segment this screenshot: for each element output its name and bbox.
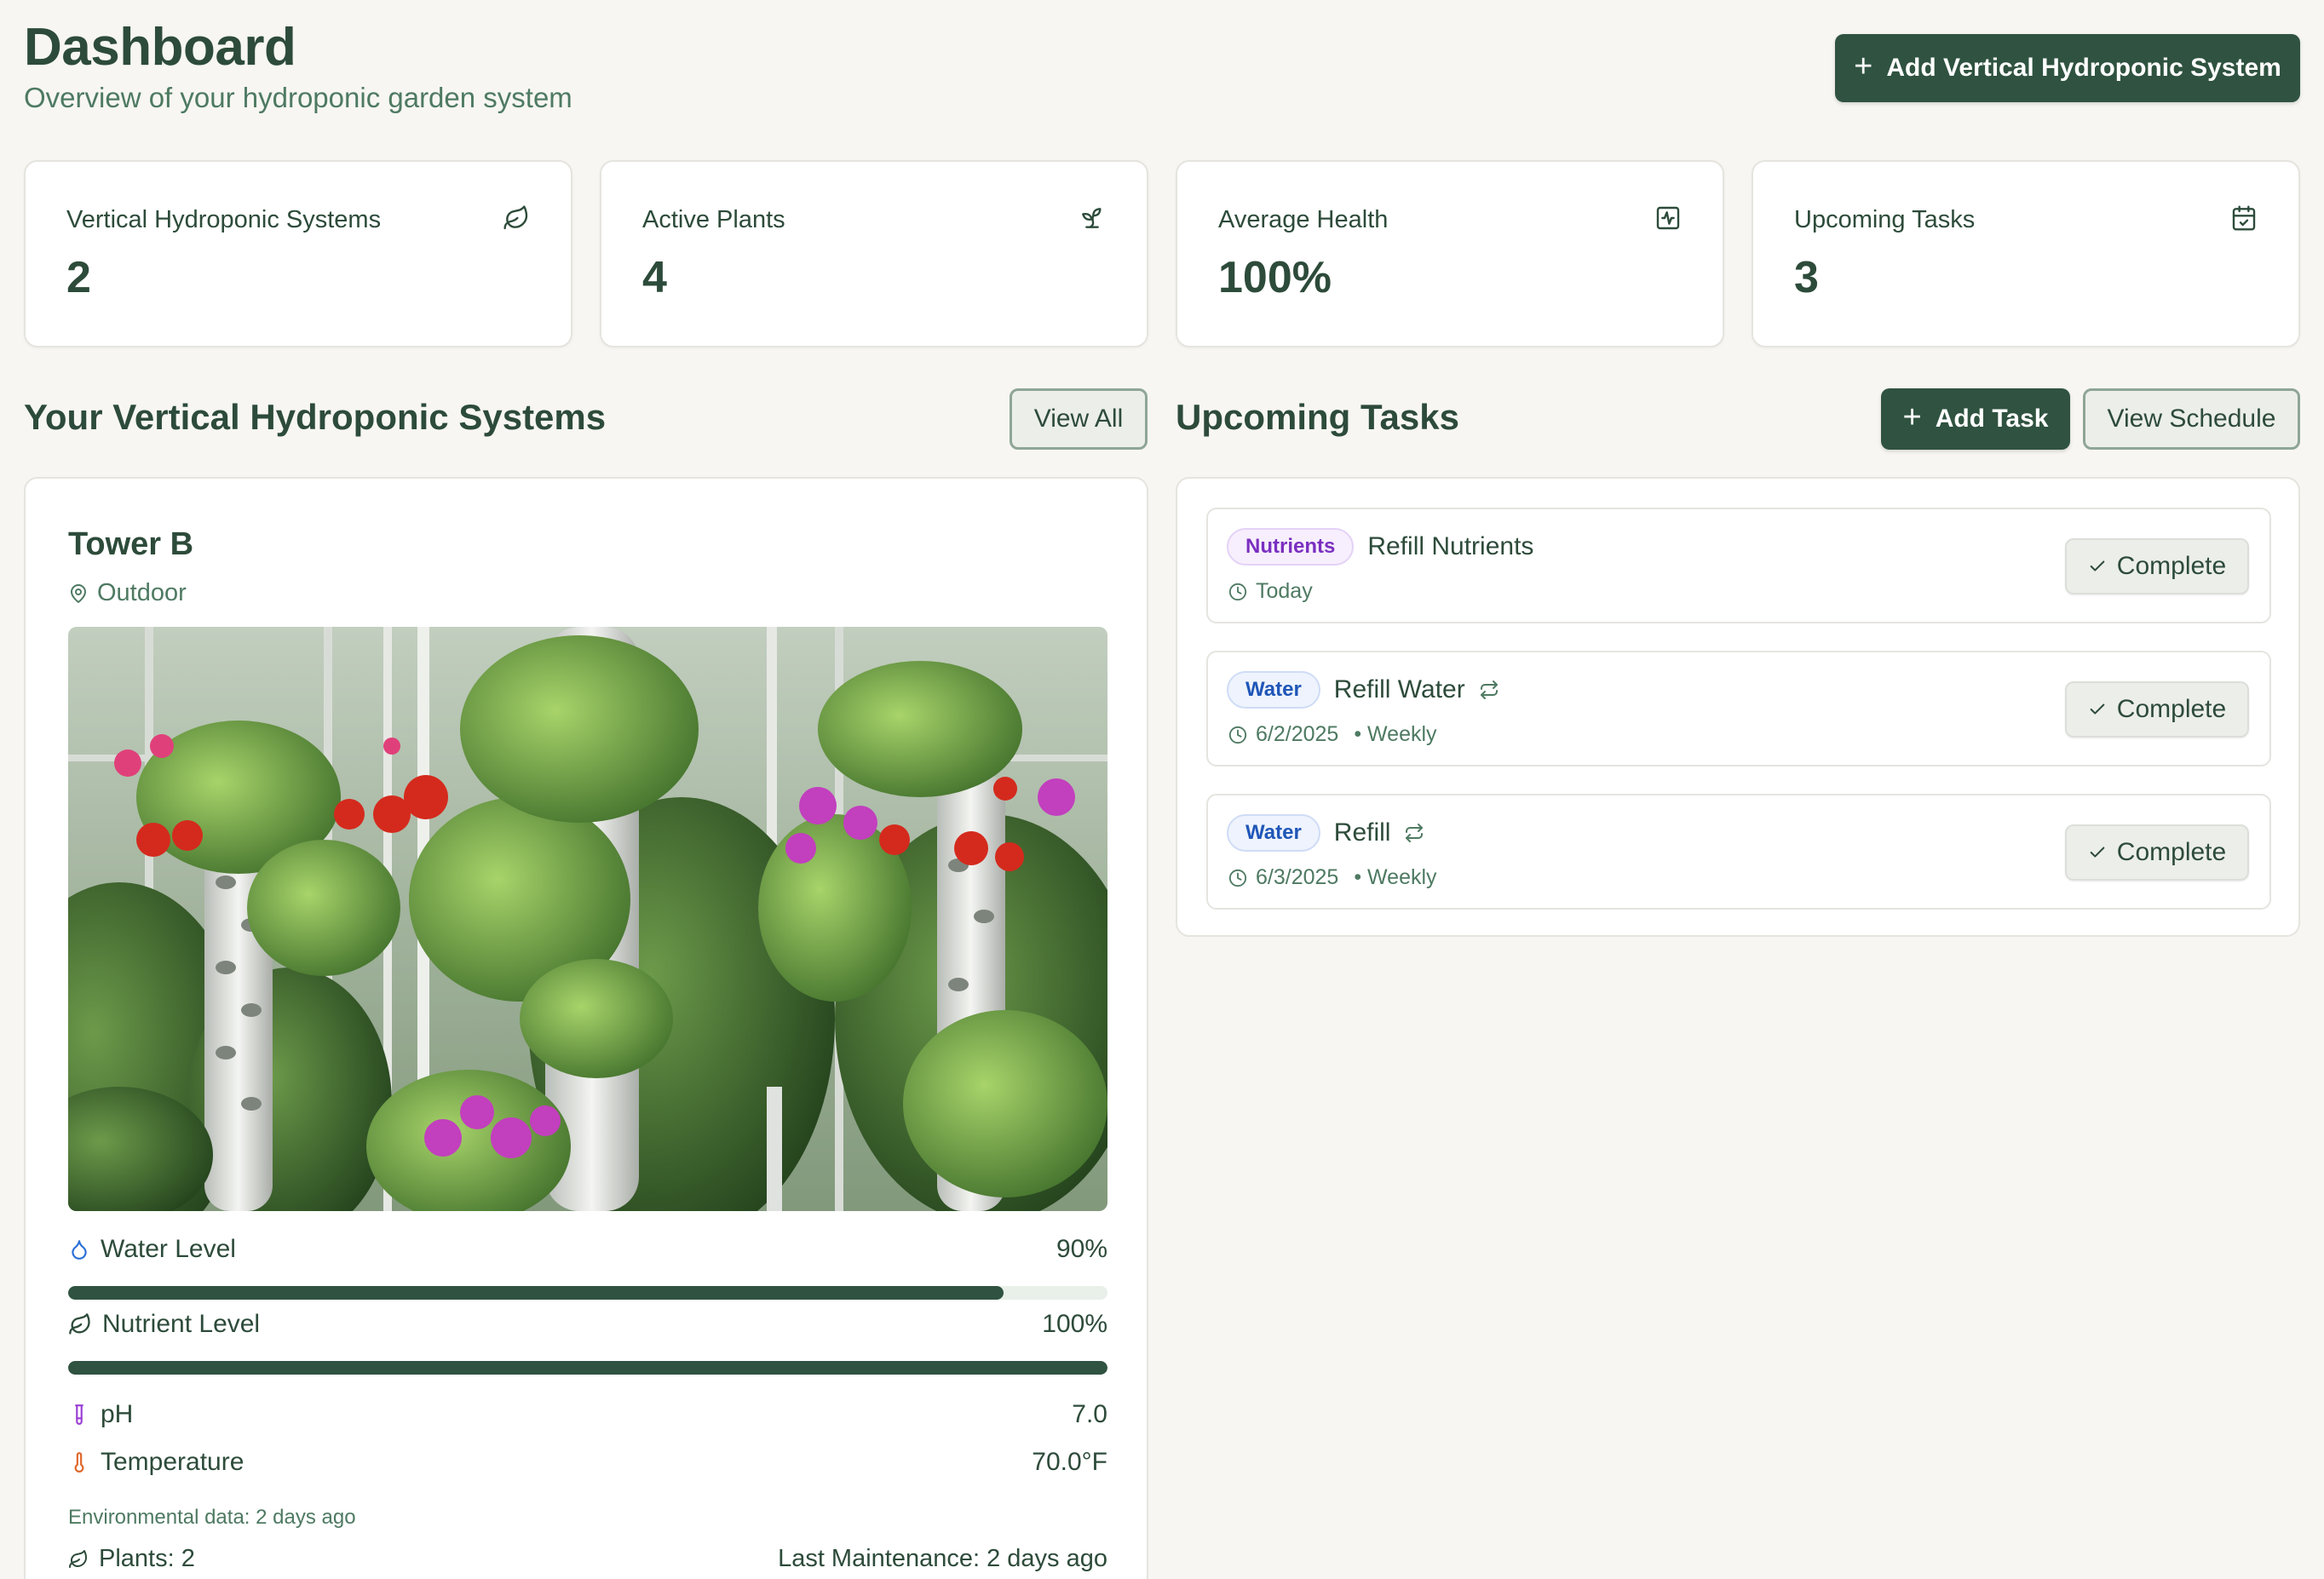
task-recurrence: • Weekly: [1354, 722, 1437, 746]
ph-row: pH 7.0: [68, 1400, 1107, 1429]
ph-label: pH: [101, 1400, 134, 1428]
nutrient-level-fill: [68, 1361, 1107, 1375]
stat-label: Average Health: [1218, 206, 1389, 233]
system-location: Outdoor: [68, 579, 187, 607]
complete-button[interactable]: Complete: [2065, 681, 2249, 738]
temperature-row: Temperature 70.0°F: [68, 1448, 1107, 1477]
add-system-label: Add Vertical Hydroponic System: [1886, 54, 2281, 82]
leaf-icon: [68, 1549, 89, 1570]
stat-label: Vertical Hydroponic Systems: [66, 206, 382, 233]
stat-label: Active Plants: [642, 206, 785, 233]
task-recurrence: • Weekly: [1354, 865, 1437, 889]
systems-section-title: Your Vertical Hydroponic Systems: [24, 397, 607, 437]
leaf-icon: [68, 1312, 92, 1336]
page-subtitle: Overview of your hydroponic garden syste…: [24, 82, 572, 113]
complete-label: Complete: [2116, 695, 2227, 723]
nutrient-level-row: Nutrient Level 100%: [68, 1310, 1107, 1339]
stat-value: 3: [1794, 253, 1819, 302]
last-maintenance: Last Maintenance: 2 days ago: [778, 1545, 1107, 1572]
water-level-bar: [68, 1286, 1107, 1300]
tasks-panel: Nutrients Refill Nutrients Today Complet…: [1176, 477, 2300, 937]
sprout-icon: [1079, 204, 1106, 232]
clock-icon: [1228, 583, 1247, 601]
water-level-value: 90%: [1056, 1235, 1107, 1263]
task-date: 6/3/2025: [1256, 865, 1339, 889]
view-schedule-button[interactable]: View Schedule: [2083, 388, 2300, 450]
stat-label: Upcoming Tasks: [1794, 206, 1976, 233]
clock-icon: [1228, 869, 1247, 887]
complete-label: Complete: [2116, 838, 2227, 866]
location-label: Outdoor: [97, 579, 187, 606]
complete-label: Complete: [2116, 552, 2227, 580]
task-item: Nutrients Refill Nutrients Today Complet…: [1206, 508, 2271, 623]
environmental-data-note: Environmental data: 2 days ago: [68, 1506, 356, 1529]
system-footer: Plants: 2 Last Maintenance: 2 days ago: [68, 1545, 1107, 1573]
stat-card-systems: Vertical Hydroponic Systems 2: [24, 160, 572, 347]
ph-value: 7.0: [1072, 1400, 1107, 1428]
stat-value: 2: [66, 253, 91, 302]
water-level-label: Water Level: [101, 1235, 236, 1263]
nutrient-level-value: 100%: [1042, 1310, 1107, 1338]
task-item: Water Refill Water 6/2/2025 • Weekly Com…: [1206, 651, 2271, 767]
task-category-badge: Water: [1227, 671, 1320, 709]
tasks-section-title: Upcoming Tasks: [1176, 397, 1459, 437]
system-card[interactable]: Tower B Outdoor Water Level 90% Nutrient…: [24, 477, 1148, 1579]
check-icon: [2088, 700, 2107, 719]
add-task-button[interactable]: + Add Task: [1881, 388, 2070, 450]
add-system-button[interactable]: + Add Vertical Hydroponic System: [1835, 34, 2300, 102]
repeat-icon: [1404, 823, 1424, 843]
plants-count: Plants: 2: [99, 1545, 195, 1572]
check-icon: [2088, 843, 2107, 862]
task-item: Water Refill 6/3/2025 • Weekly Complete: [1206, 794, 2271, 910]
view-all-button[interactable]: View All: [1010, 388, 1148, 450]
map-pin-icon: [68, 583, 89, 604]
complete-button[interactable]: Complete: [2065, 824, 2249, 881]
task-category-badge: Nutrients: [1227, 528, 1355, 566]
plus-icon: +: [1902, 399, 1922, 435]
thermometer-icon: [68, 1450, 90, 1475]
temperature-label: Temperature: [101, 1448, 244, 1476]
dashboard-page: Dashboard Overview of your hydroponic ga…: [0, 0, 2324, 1579]
water-level-fill: [68, 1286, 1004, 1300]
complete-button[interactable]: Complete: [2065, 538, 2249, 594]
stat-value: 100%: [1218, 253, 1332, 302]
stat-card-tasks: Upcoming Tasks 3: [1752, 160, 2300, 347]
temperature-value: 70.0°F: [1032, 1448, 1107, 1476]
stat-card-health: Average Health 100%: [1176, 160, 1724, 347]
stat-value: 4: [642, 253, 667, 302]
system-photo: [68, 627, 1107, 1211]
task-date: Today: [1256, 579, 1313, 603]
nutrient-level-label: Nutrient Level: [102, 1310, 261, 1338]
add-task-label: Add Task: [1935, 405, 2049, 433]
task-date: 6/2/2025: [1256, 722, 1339, 746]
task-category-badge: Water: [1227, 814, 1320, 852]
clock-icon: [1228, 726, 1247, 744]
nutrient-level-bar: [68, 1361, 1107, 1375]
water-level-row: Water Level 90%: [68, 1235, 1107, 1264]
droplet-icon: [68, 1237, 90, 1262]
page-title: Dashboard: [24, 18, 296, 77]
task-title: Refill: [1333, 818, 1391, 847]
task-title: Refill Water: [1333, 675, 1465, 703]
task-title: Refill Nutrients: [1367, 532, 1534, 560]
leaf-icon: [503, 204, 530, 232]
stat-card-plants: Active Plants 4: [600, 160, 1148, 347]
plus-icon: +: [1854, 49, 1873, 84]
check-icon: [2088, 557, 2107, 576]
activity-icon: [1654, 204, 1682, 232]
repeat-icon: [1479, 680, 1499, 700]
calendar-icon: [2230, 204, 2258, 232]
test-tube-icon: [68, 1402, 90, 1427]
system-name: Tower B: [68, 526, 194, 562]
